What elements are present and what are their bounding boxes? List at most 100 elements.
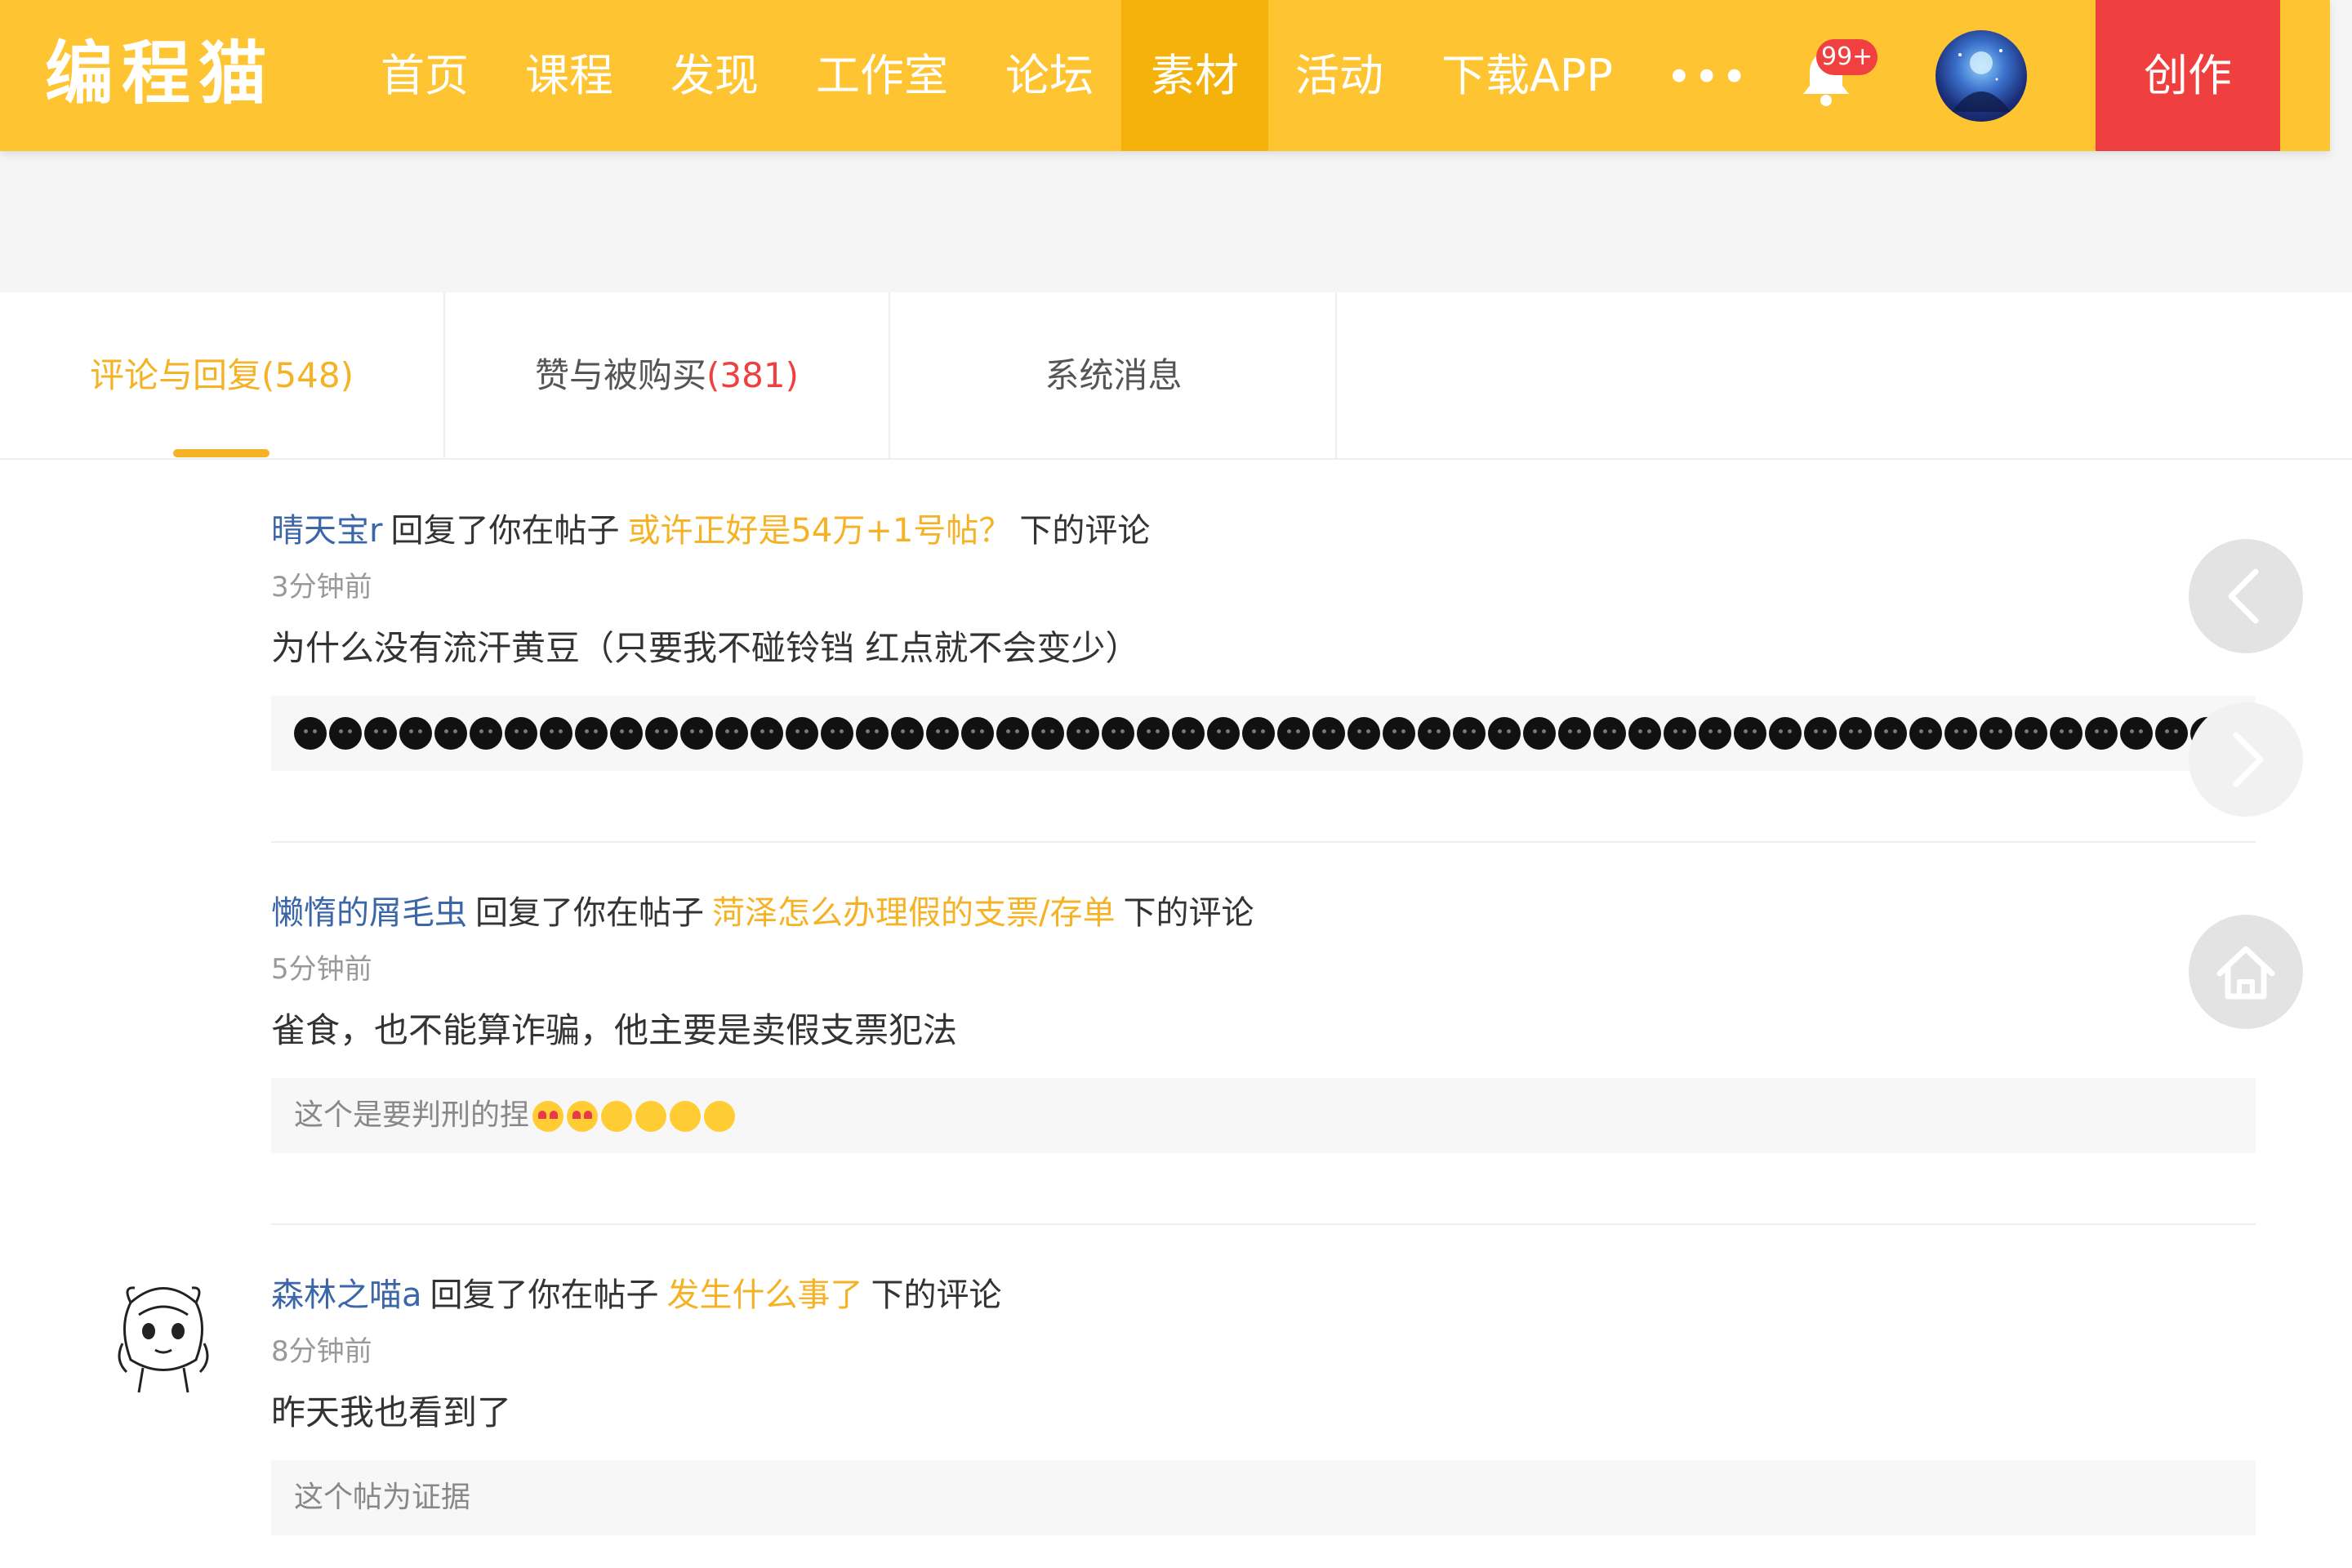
nav-download-app[interactable]: 下载APP: [1425, 0, 1629, 151]
black-face-emoji: [1558, 717, 1591, 750]
black-face-emoji: [786, 717, 818, 750]
list-item: 森林之喵a 回复了你在帖子 发生什么事了 下的评论 8分钟前 昨天我也看到了 这个帖为…: [271, 1271, 2256, 1535]
user-avatar[interactable]: [1936, 30, 2027, 122]
black-face-emoji: [329, 717, 362, 750]
nav-materials[interactable]: 素材: [1121, 0, 1268, 151]
black-face-emoji: [434, 717, 467, 750]
tab-count: (381): [706, 355, 799, 395]
timestamp: 8分钟前: [271, 1335, 372, 1368]
quoted-comment[interactable]: [271, 696, 2256, 771]
black-face-emoji: [1348, 717, 1380, 750]
black-face-emoji: [294, 717, 327, 750]
black-face-emoji: [751, 717, 783, 750]
prev-arrow-icon[interactable]: [2189, 539, 2303, 653]
black-face-emoji: [2050, 717, 2082, 750]
quote-text: 这个是要判刑的捏: [294, 1098, 530, 1132]
black-face-emoji: [961, 717, 994, 750]
quoted-comment[interactable]: 这个帖为证据: [271, 1460, 2256, 1535]
black-face-emoji: [1944, 717, 1977, 750]
top-navbar: 编程猫 首页 课程 发现 工作室 论坛 素材 活动 下载APP ••• 99+ …: [0, 0, 2330, 151]
reply-content: 昨天我也看到了: [271, 1392, 512, 1432]
nav-discover[interactable]: 发现: [649, 0, 780, 151]
post-link[interactable]: 或许正好是54万+1号帖？: [627, 512, 1011, 550]
post-link[interactable]: 发生什么事了: [667, 1276, 863, 1314]
black-face-emoji: [715, 717, 748, 750]
site-logo[interactable]: 编程猫: [45, 33, 275, 114]
create-button[interactable]: 创作: [2096, 0, 2280, 151]
tab-system-messages[interactable]: 系统消息: [892, 292, 1337, 458]
smile-emoji: [670, 1101, 702, 1132]
suffix-text: 下的评论: [871, 1276, 1002, 1314]
black-face-emoji: [1980, 717, 2012, 750]
black-face-emoji: [1874, 717, 1907, 750]
black-face-emoji: [1418, 717, 1450, 750]
black-face-emoji: [610, 717, 643, 750]
sketch-avatar[interactable]: [98, 1270, 229, 1401]
black-face-emoji: [1453, 717, 1486, 750]
black-face-emoji: [680, 717, 713, 750]
username-link[interactable]: 懒惰的屑毛虫: [271, 894, 467, 932]
black-face-emoji: [1172, 717, 1205, 750]
black-face-emoji: [1242, 717, 1275, 750]
black-face-emoji: [1664, 717, 1696, 750]
black-face-emoji: [2015, 717, 2047, 750]
quoted-comment[interactable]: 这个是要判刑的捏: [271, 1078, 2256, 1153]
reply-content: 雀食，也不能算诈骗，他主要是卖假支票犯法: [271, 1010, 958, 1050]
black-face-emoji: [1383, 717, 1415, 750]
list-item: 懒惰的屑毛虫 回复了你在帖子 菏泽怎么办理假的支票/存单 下的评论 5分钟前 雀食，也…: [271, 889, 2256, 1153]
timestamp: 3分钟前: [271, 571, 372, 604]
action-text: 回复了你在帖子: [430, 1276, 659, 1314]
nav-home[interactable]: 首页: [359, 0, 490, 151]
nav-forum[interactable]: 论坛: [984, 0, 1115, 151]
black-face-emoji: [2120, 717, 2153, 750]
home-icon[interactable]: [2189, 915, 2303, 1029]
thinking-emoji: [704, 1101, 736, 1132]
reply-content: 为什么没有流汗黄豆（只要我不碰铃铛 红点就不会变少）: [271, 628, 1140, 668]
black-face-emoji: [1067, 717, 1099, 750]
black-face-emoji: [575, 717, 608, 750]
black-face-emoji: [996, 717, 1029, 750]
username-link[interactable]: 森林之喵a: [271, 1276, 422, 1314]
tab-comments-replies[interactable]: 评论与回复(548): [0, 292, 445, 458]
message-tabs: 评论与回复(548) 赞与被购买(381) 系统消息: [0, 292, 2352, 460]
black-face-emoji: [364, 717, 397, 750]
black-face-emoji: [1734, 717, 1766, 750]
black-face-emoji: [540, 717, 572, 750]
tab-count: (548): [261, 355, 354, 395]
black-face-emoji: [399, 717, 432, 750]
action-text: 回复了你在帖子: [475, 894, 704, 932]
username-link[interactable]: 晴天宝r: [271, 512, 382, 550]
active-tab-indicator: [173, 449, 270, 457]
suffix-text: 下的评论: [1123, 894, 1254, 932]
black-face-emoji: [1769, 717, 1802, 750]
black-face-emoji: [1312, 717, 1345, 750]
black-face-emoji: [1031, 717, 1064, 750]
black-face-emoji: [1804, 717, 1837, 750]
black-face-emoji: [1523, 717, 1556, 750]
kiss-emoji: [635, 1101, 667, 1132]
black-face-emoji: [1488, 717, 1521, 750]
black-face-emoji: [1699, 717, 1731, 750]
heart-eyes-emoji: [567, 1101, 599, 1132]
notification-badge: 99+: [1816, 39, 1878, 75]
black-face-emoji: [856, 717, 889, 750]
nav-studio[interactable]: 工作室: [796, 0, 968, 151]
kiss-emoji: [601, 1101, 633, 1132]
nav-events[interactable]: 活动: [1274, 0, 1405, 151]
action-text: 回复了你在帖子: [390, 512, 620, 550]
black-face-emoji: [1137, 717, 1169, 750]
next-arrow-icon[interactable]: [2189, 702, 2303, 817]
black-face-emoji: [891, 717, 924, 750]
heart-eyes-emoji: [532, 1101, 564, 1132]
black-face-emoji: [1277, 717, 1310, 750]
black-face-emoji: [294, 696, 2256, 771]
tab-likes-purchases[interactable]: 赞与被购买(381): [445, 292, 890, 458]
black-face-emoji: [1909, 717, 1942, 750]
more-menu-icon[interactable]: •••: [1666, 49, 1748, 106]
black-face-emoji: [1102, 717, 1134, 750]
divider: [271, 841, 2256, 843]
black-face-emoji: [1839, 717, 1872, 750]
black-face-emoji: [505, 717, 537, 750]
nav-courses[interactable]: 课程: [504, 0, 635, 151]
post-link[interactable]: 菏泽怎么办理假的支票/存单: [712, 894, 1115, 932]
